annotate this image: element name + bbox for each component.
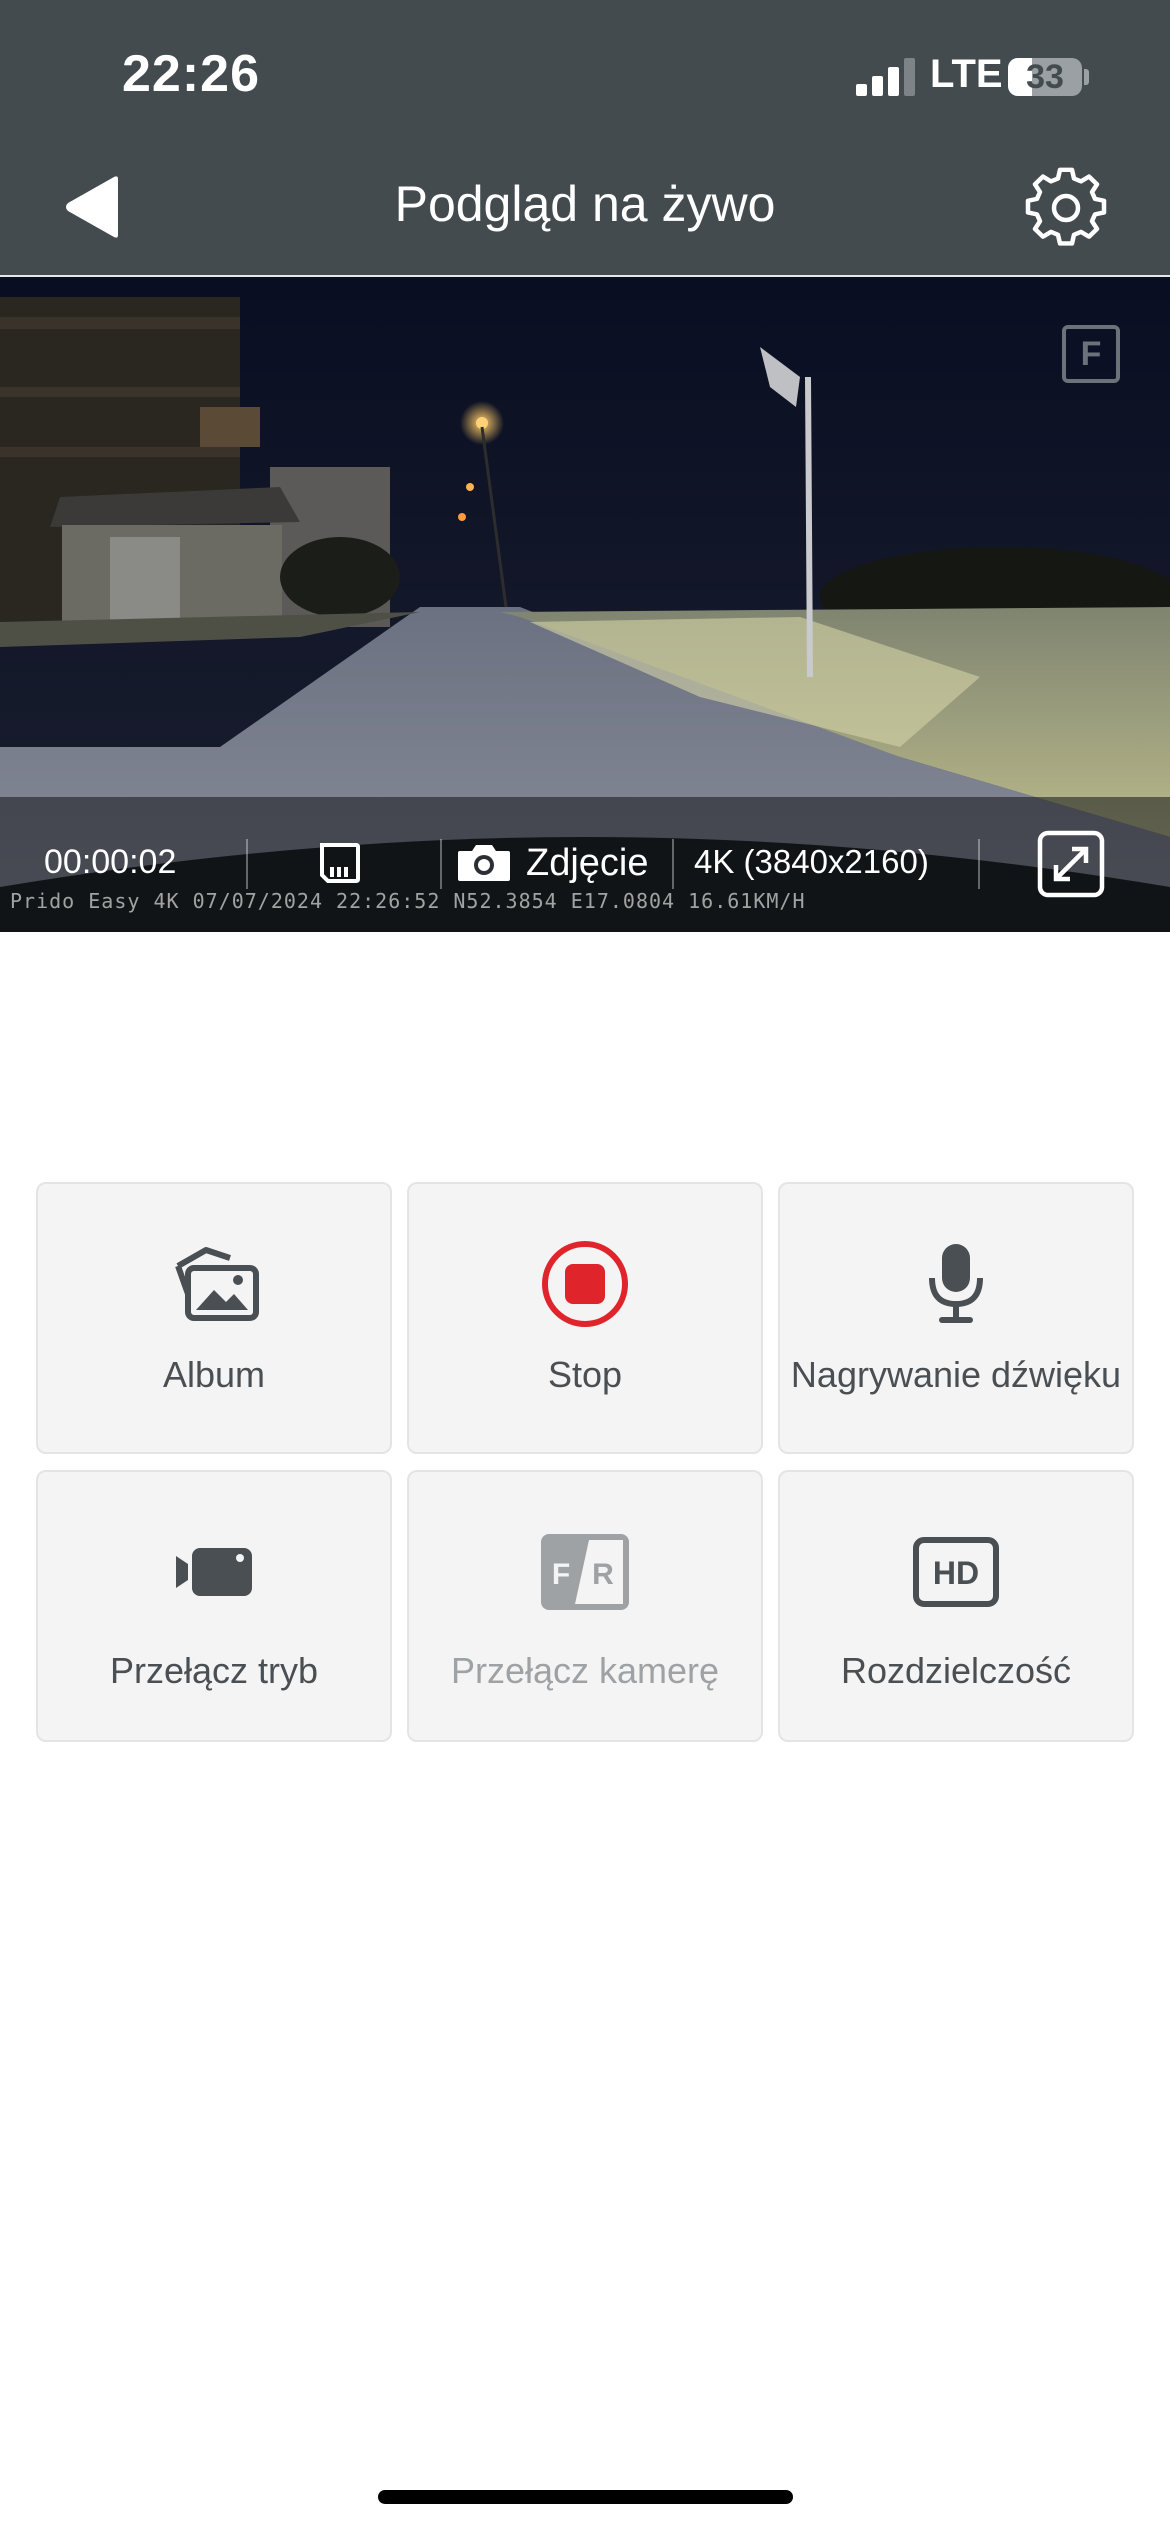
video-watermark: Prido Easy 4K 07/07/2024 22:26:52 N52.38… (10, 889, 806, 913)
battery-level: 33 (1026, 58, 1064, 96)
switch-mode-button[interactable]: Przełącz tryb (36, 1470, 392, 1742)
sd-card-icon (320, 843, 360, 883)
video-camera-icon (176, 1548, 252, 1596)
nav-bar: Podgląd na żywo (0, 145, 1170, 277)
album-icon (175, 1247, 259, 1321)
control-grid: Album Stop Nagrywanie dźwięku Przełącz t… (36, 1182, 1134, 1742)
battery-tip (1084, 69, 1089, 85)
toolbar-divider (978, 839, 980, 889)
take-photo-button[interactable]: Zdjęcie (456, 833, 649, 893)
switch-mode-label: Przełącz tryb (109, 1650, 319, 1691)
toolbar-divider (246, 839, 248, 889)
toolbar-divider (440, 839, 442, 889)
hd-icon: HD (913, 1537, 999, 1607)
record-stop-icon (542, 1241, 628, 1327)
album-label: Album (162, 1354, 266, 1395)
take-photo-label: Zdjęcie (526, 841, 649, 884)
camera-indicator-badge: F (1062, 325, 1120, 383)
svg-text:F: F (552, 1558, 570, 1591)
svg-text:R: R (592, 1558, 614, 1591)
gear-icon (1025, 167, 1107, 246)
audio-recording-button[interactable]: Nagrywanie dźwięku (778, 1182, 1134, 1454)
recording-timer: 00:00:02 (44, 843, 177, 881)
front-rear-camera-icon: F R (541, 1534, 629, 1610)
settings-button[interactable] (1025, 167, 1107, 249)
sd-card-button[interactable] (316, 839, 364, 887)
resolution-button[interactable]: HD Rozdzielczość (778, 1470, 1134, 1742)
album-button[interactable]: Album (36, 1182, 392, 1454)
switch-camera-label: Przełącz kamerę (450, 1650, 720, 1691)
switch-camera-button[interactable]: F R Przełącz kamerę (407, 1470, 763, 1742)
battery-icon: 33 (1008, 58, 1082, 96)
fullscreen-icon (1037, 830, 1105, 898)
home-indicator[interactable] (378, 2490, 793, 2504)
page-title: Podgląd na żywo (394, 176, 776, 232)
fullscreen-button[interactable] (1036, 829, 1106, 899)
signal-strength-icon (856, 58, 916, 96)
resolution-setting-label: Rozdzielczość (840, 1650, 1072, 1691)
resolution-label: 4K (3840x2160) (694, 843, 929, 880)
stop-recording-button[interactable]: Stop (407, 1182, 763, 1454)
stop-label: Stop (547, 1354, 623, 1395)
toolbar-divider (672, 839, 674, 889)
live-preview[interactable]: F 00:00:02 Zdjęcie 4K (3840x2160) Prido … (0, 277, 1170, 932)
camera-icon (458, 845, 510, 881)
audio-recording-label: Nagrywanie dźwięku (790, 1354, 1122, 1395)
status-bar: 22:26 LTE 33 (0, 0, 1170, 145)
microphone-icon (929, 1244, 983, 1323)
network-type: LTE (930, 52, 1003, 96)
status-time: 22:26 (122, 45, 260, 103)
svg-text:HD: HD (933, 1555, 979, 1591)
